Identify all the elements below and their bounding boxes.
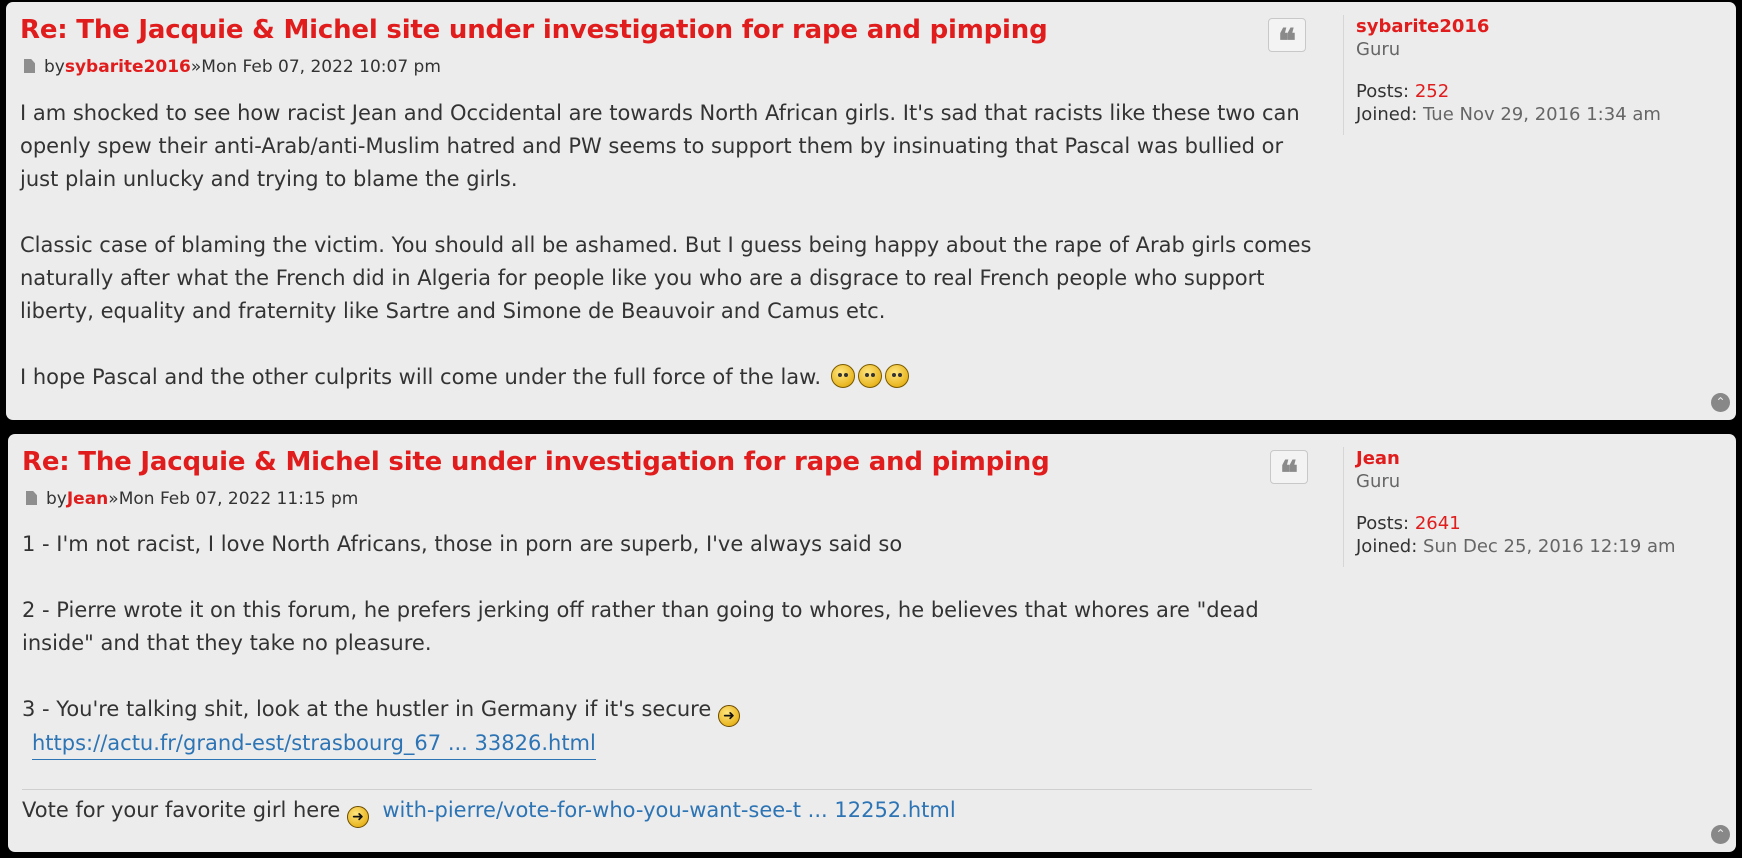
post-author[interactable]: Jean — [67, 489, 108, 509]
post-2: Re: The Jacquie & Michel site under inve… — [8, 434, 1736, 852]
paragraph-text: I hope Pascal and the other culprits wil… — [20, 365, 822, 389]
post-profile: Jean Guru Posts: 2641 Joined: Sun Dec 25… — [1343, 447, 1736, 567]
quote-button[interactable]: ❝ — [1268, 18, 1306, 59]
grimace-smiley-icon — [830, 364, 855, 388]
posts-count[interactable]: 2641 — [1415, 513, 1461, 534]
right-arrow-smiley-icon: ➜ — [717, 705, 740, 727]
profile-stats: Posts: 2641 Joined: Sun Dec 25, 2016 12:… — [1356, 512, 1736, 558]
posts-label: Posts: — [1356, 513, 1410, 534]
paragraph: Classic case of blaming the victim. You … — [20, 233, 1312, 323]
post-meta: byJean»Mon Feb 07, 2022 11:15 pm — [22, 489, 358, 509]
post-date: Mon Feb 07, 2022 10:07 pm — [201, 57, 441, 77]
paragraph: 2 - Pierre wrote it on this forum, he pr… — [22, 598, 1259, 655]
quote-icon: ❝ — [1279, 454, 1299, 494]
paragraph-text: 3 - You're talking shit, look at the hus… — [22, 697, 712, 721]
profile-stats: Posts: 252 Joined: Tue Nov 29, 2016 1:34… — [1356, 80, 1736, 126]
external-link[interactable]: https://actu.fr/grand-est/strasbourg_67 … — [32, 728, 596, 760]
post-profile: sybarite2016 Guru Posts: 252 Joined: Tue… — [1343, 15, 1736, 135]
by-label: by — [44, 57, 65, 77]
posts-count[interactable]: 252 — [1415, 81, 1449, 102]
post-icon[interactable] — [24, 59, 35, 73]
post-meta: bysybarite2016»Mon Feb 07, 2022 10:07 pm — [20, 57, 441, 77]
profile-rank: Guru — [1356, 39, 1401, 60]
joined-date: Tue Nov 29, 2016 1:34 am — [1423, 104, 1661, 125]
post-icon[interactable] — [26, 491, 37, 505]
joined-label: Joined: — [1356, 104, 1418, 125]
paragraph: I am shocked to see how racist Jean and … — [20, 101, 1300, 191]
post-title[interactable]: Re: The Jacquie & Michel site under inve… — [22, 447, 1050, 477]
post-content: I am shocked to see how racist Jean and … — [20, 97, 1320, 394]
quote-icon: ❝ — [1277, 22, 1297, 62]
post-content: 1 - I'm not racist, I love North African… — [22, 528, 1322, 760]
joined-label: Joined: — [1356, 536, 1418, 557]
meta-separator: » — [108, 489, 119, 509]
glasses-smiley-icon — [884, 364, 909, 388]
post-author[interactable]: sybarite2016 — [65, 57, 191, 77]
post-date: Mon Feb 07, 2022 11:15 pm — [118, 489, 359, 509]
back-to-top-icon: ⌃ — [1715, 827, 1726, 841]
post-title[interactable]: Re: The Jacquie & Michel site under inve… — [20, 15, 1048, 45]
post-1: Re: The Jacquie & Michel site under inve… — [6, 2, 1736, 420]
joined-date: Sun Dec 25, 2016 12:19 am — [1423, 536, 1676, 557]
back-to-top-button[interactable]: ⌃ — [1711, 825, 1730, 844]
paragraph: 1 - I'm not racist, I love North African… — [22, 532, 903, 556]
profile-username[interactable]: Jean — [1356, 447, 1736, 470]
quote-button[interactable]: ❝ — [1270, 450, 1308, 491]
posts-label: Posts: — [1356, 81, 1410, 102]
profile-username[interactable]: sybarite2016 — [1356, 15, 1736, 38]
profile-rank: Guru — [1356, 471, 1401, 492]
by-label: by — [46, 489, 67, 509]
right-arrow-smiley-icon: ➜ — [347, 806, 370, 828]
signature: Vote for your favorite girl here ➜ with-… — [22, 789, 1312, 828]
signature-link[interactable]: with-pierre/vote-for-who-you-want-see-t … — [382, 798, 955, 822]
paragraph: 3 - You're talking shit, look at the hus… — [22, 693, 1322, 727]
paragraph-last: I hope Pascal and the other culprits wil… — [20, 361, 1320, 394]
back-to-top-icon: ⌃ — [1715, 395, 1726, 409]
back-to-top-button[interactable]: ⌃ — [1711, 393, 1730, 412]
meta-separator: » — [190, 57, 202, 77]
raised-eyebrow-smiley-icon — [857, 364, 882, 388]
signature-text: Vote for your favorite girl here — [22, 798, 341, 822]
